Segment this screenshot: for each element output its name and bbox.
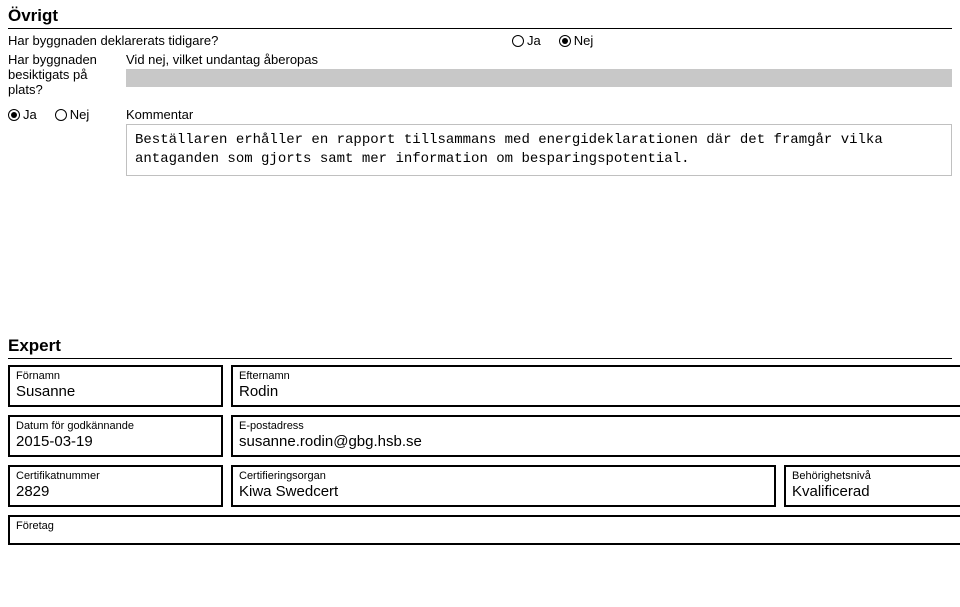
radio-label-nej: Nej — [70, 107, 90, 122]
radio-label-ja: Ja — [23, 107, 37, 122]
foretag-label: Företag — [16, 520, 956, 532]
nivaa-label: Behörighetsnivå — [792, 470, 956, 482]
kommentar-text: Beställaren erhåller en rapport tillsamm… — [126, 124, 952, 176]
org-value: Kiwa Swedcert — [239, 483, 768, 500]
radio-icon — [8, 109, 20, 121]
declared-ja-radio[interactable]: Ja — [512, 33, 541, 48]
radio-label-nej: Nej — [574, 33, 594, 48]
vid-nej-input[interactable] — [126, 69, 952, 87]
cell-fornamn: Förnamn Susanne — [8, 365, 223, 407]
datum-label: Datum för godkännande — [16, 420, 215, 432]
datum-value: 2015-03-19 — [16, 433, 215, 450]
epost-label: E-postadress — [239, 420, 956, 432]
section-title-ovrigt: Övrigt — [8, 6, 952, 29]
nivaa-value: Kvalificerad — [792, 483, 956, 500]
section-title-expert: Expert — [8, 336, 952, 359]
cell-epost: E-postadress susanne.rodin@gbg.hsb.se — [231, 415, 960, 457]
declared-question-label: Har byggnaden deklarerats tidigare? — [8, 33, 504, 48]
inspected-question-l1: Har byggnaden — [8, 52, 118, 67]
cell-foretag: Företag — [8, 515, 960, 545]
inspected-ja-radio[interactable]: Ja — [8, 107, 37, 122]
declared-nej-radio[interactable]: Nej — [559, 33, 594, 48]
cell-efternamn: Efternamn Rodin — [231, 365, 960, 407]
fornamn-value: Susanne — [16, 383, 215, 400]
kommentar-label: Kommentar — [126, 107, 952, 122]
org-label: Certifieringsorgan — [239, 470, 768, 482]
efternamn-label: Efternamn — [239, 370, 956, 382]
efternamn-value: Rodin — [239, 383, 956, 400]
cert-value: 2829 — [16, 483, 215, 500]
radio-icon — [559, 35, 571, 47]
radio-icon — [512, 35, 524, 47]
vid-nej-label: Vid nej, vilket undantag åberopas — [126, 52, 952, 67]
radio-icon — [55, 109, 67, 121]
epost-value: susanne.rodin@gbg.hsb.se — [239, 433, 956, 450]
radio-label-ja: Ja — [527, 33, 541, 48]
inspected-question-l2: besiktigats på plats? — [8, 67, 118, 97]
cell-org: Certifieringsorgan Kiwa Swedcert — [231, 465, 776, 507]
cell-nivaa: Behörighetsnivå Kvalificerad — [784, 465, 960, 507]
cell-cert: Certifikatnummer 2829 — [8, 465, 223, 507]
fornamn-label: Förnamn — [16, 370, 215, 382]
cert-label: Certifikatnummer — [16, 470, 215, 482]
inspected-nej-radio[interactable]: Nej — [55, 107, 90, 122]
cell-datum: Datum för godkännande 2015-03-19 — [8, 415, 223, 457]
